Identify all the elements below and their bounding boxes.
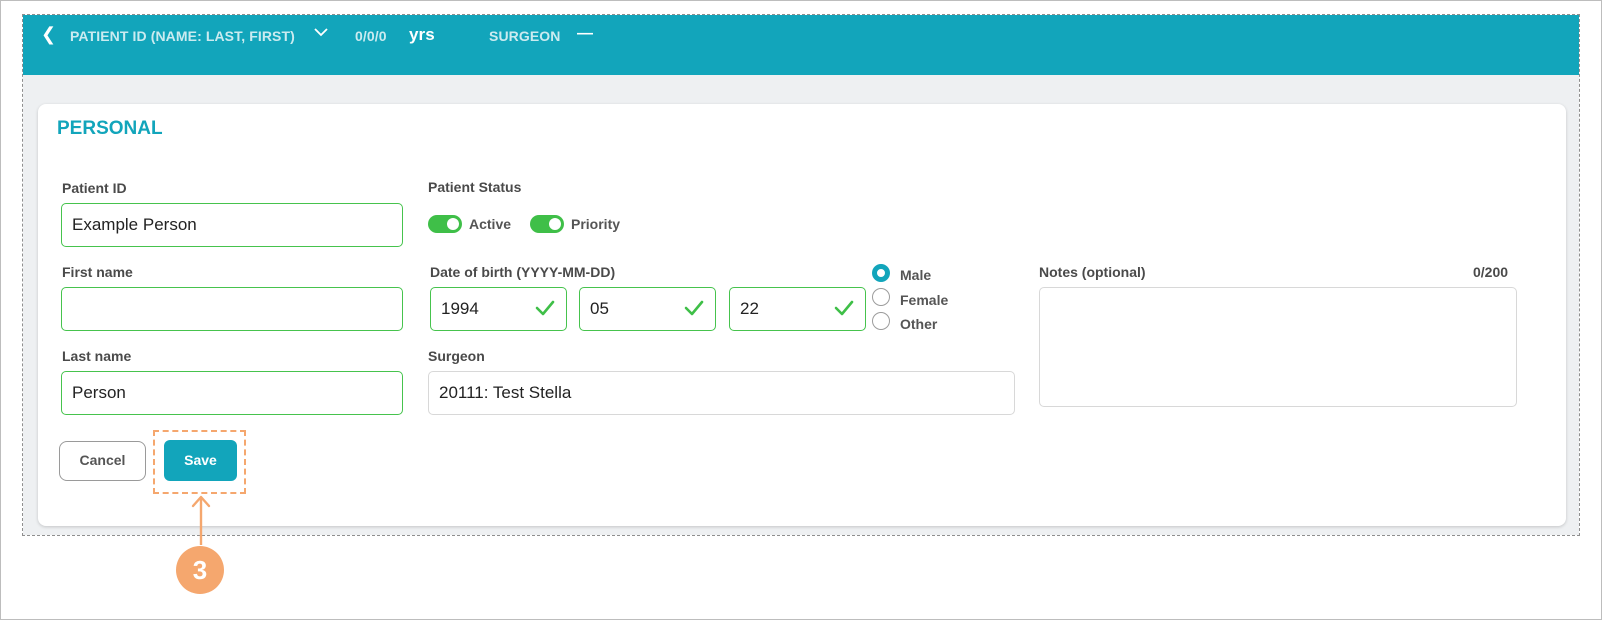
save-button-highlight [153,430,246,494]
screen-region-outline [22,14,1580,536]
step-number-badge: 3 [176,546,224,594]
callout-arrow-icon [191,495,211,545]
